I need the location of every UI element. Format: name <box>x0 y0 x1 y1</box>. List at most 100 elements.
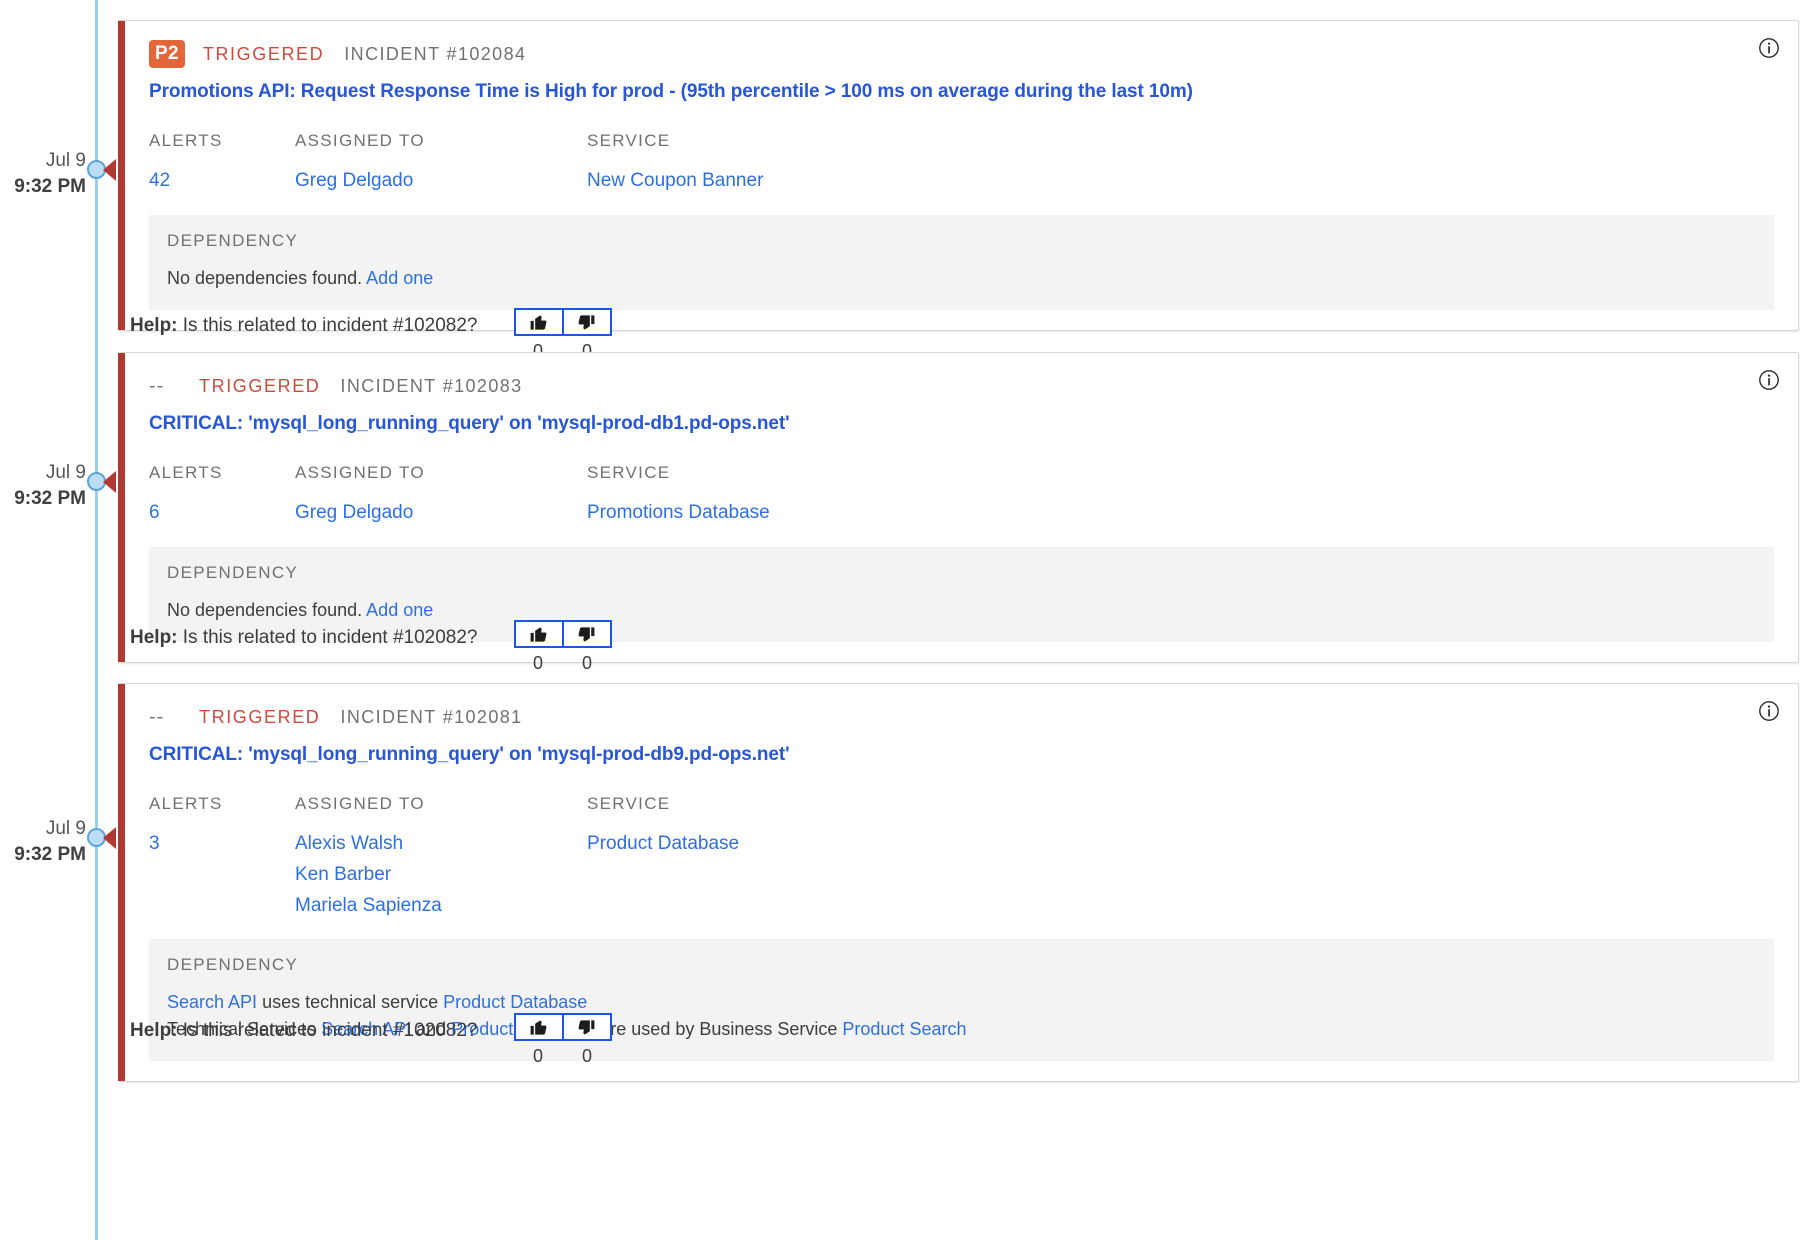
vote-group: 0 0 <box>513 620 612 674</box>
assigned-to-column: ASSIGNED TO Greg Delgado <box>295 131 587 193</box>
meta-link[interactable]: Promotions Database <box>587 502 1774 525</box>
incident-severity-bar <box>118 684 125 1082</box>
incident-title[interactable]: Promotions API: Request Response Time is… <box>149 81 1774 103</box>
help-question: Help: Is this related to incident #10208… <box>130 308 478 337</box>
timeline-marker-arrow <box>103 471 116 493</box>
assignee-list: Greg Delgado <box>295 502 587 525</box>
meta-link[interactable]: Greg Delgado <box>295 170 587 193</box>
info-circle-icon[interactable] <box>1758 37 1780 59</box>
dependency-service-link[interactable]: Search API <box>167 992 257 1012</box>
meta-link[interactable]: Product Database <box>587 833 1774 856</box>
dependency-text: uses technical service <box>257 992 444 1013</box>
meta-link[interactable]: New Coupon Banner <box>587 170 1774 193</box>
thumbs-down-button[interactable] <box>562 1013 612 1041</box>
alerts-count-link[interactable]: 42 <box>149 170 295 193</box>
timestamp-time: 9:32 PM <box>14 843 86 865</box>
incident-meta-row: ALERTS 42 ASSIGNED TO Greg Delgado SERVI… <box>149 131 1774 193</box>
help-question-text: Is this related to incident #102082? <box>182 315 478 336</box>
alerts-label: ALERTS <box>149 463 223 482</box>
timeline-timestamp: Jul 9 9:32 PM <box>0 460 86 511</box>
assigned-to-label: ASSIGNED TO <box>295 131 425 150</box>
priority-badge[interactable]: P2 <box>149 40 185 68</box>
timeline-marker-arrow <box>103 827 116 849</box>
info-circle-icon[interactable] <box>1758 700 1780 722</box>
thumbs-up-count: 0 <box>532 1046 543 1066</box>
service-label: SERVICE <box>587 131 671 150</box>
thumbs-up-count: 0 <box>532 653 543 673</box>
dependency-empty-text: No dependencies found. <box>167 267 367 288</box>
incident-number: INCIDENT #102081 <box>340 706 523 727</box>
incident-title[interactable]: CRITICAL: 'mysql_long_running_query' on … <box>149 744 1774 766</box>
thumbs-up-button[interactable] <box>513 620 563 648</box>
thumbs-down-icon <box>578 1019 595 1034</box>
assigned-to-column: ASSIGNED TO Greg Delgado <box>295 463 587 525</box>
timestamp-time: 9:32 PM <box>14 175 86 197</box>
meta-link[interactable]: Mariela Sapienza <box>295 895 587 918</box>
vote-up-cell: 0 <box>513 620 563 674</box>
incident-card[interactable]: P2 TRIGGERED INCIDENT #102084 Promotions… <box>118 20 1799 331</box>
alerts-count-link[interactable]: 6 <box>149 502 295 525</box>
vote-down-cell: 0 <box>562 620 612 674</box>
dependency-service-link[interactable]: Product Database <box>443 992 587 1012</box>
dependency-text: are used by Business Service <box>595 1019 843 1040</box>
status-badge: TRIGGERED <box>199 375 321 396</box>
timestamp-date: Jul 9 <box>45 462 86 483</box>
vote-down-cell: 0 <box>562 1013 612 1067</box>
alerts-count-link[interactable]: 3 <box>149 833 295 856</box>
thumbs-up-icon <box>530 1020 547 1035</box>
service-list: Product Database <box>587 833 1774 856</box>
thumbs-down-button[interactable] <box>562 620 612 648</box>
timeline-marker-arrow <box>103 159 116 181</box>
thumbs-up-button[interactable] <box>513 1013 563 1041</box>
thumbs-down-count: 0 <box>581 1046 592 1066</box>
add-dependency-link[interactable]: Add one <box>366 268 433 288</box>
dependency-label: DEPENDENCY <box>167 955 299 975</box>
service-column: SERVICE Promotions Database <box>587 463 1774 525</box>
alerts-column: ALERTS 42 <box>149 131 295 193</box>
help-prefix: Help: <box>130 627 178 648</box>
vote-up-cell: 0 <box>513 1013 563 1067</box>
help-question-text: Is this related to incident #102082? <box>182 1020 478 1041</box>
incident-card[interactable]: -- TRIGGERED INCIDENT #102083 CRITICAL: … <box>118 352 1799 663</box>
incident-number: INCIDENT #102084 <box>344 43 527 64</box>
meta-link[interactable]: Greg Delgado <box>295 502 587 525</box>
incident-card-header: -- TRIGGERED INCIDENT #102083 <box>149 371 1774 401</box>
help-feedback-row: Help: Is this related to incident #10208… <box>130 1013 612 1067</box>
help-prefix: Help: <box>130 1020 178 1041</box>
timestamp-date: Jul 9 <box>45 150 86 171</box>
assignee-list: Alexis Walsh Ken Barber Mariela Sapienza <box>295 833 587 917</box>
timestamp-date: Jul 9 <box>45 818 86 839</box>
alerts-column: ALERTS 6 <box>149 463 295 525</box>
priority-badge[interactable]: -- <box>149 706 181 729</box>
incident-severity-bar <box>118 353 125 662</box>
meta-link[interactable]: Ken Barber <box>295 864 587 887</box>
meta-link[interactable]: Alexis Walsh <box>295 833 587 856</box>
incident-number: INCIDENT #102083 <box>340 375 523 396</box>
incident-title[interactable]: CRITICAL: 'mysql_long_running_query' on … <box>149 413 1774 435</box>
info-circle-icon[interactable] <box>1758 369 1780 391</box>
alerts-label: ALERTS <box>149 131 223 150</box>
incident-card-header: -- TRIGGERED INCIDENT #102081 <box>149 702 1774 732</box>
dependency-label: DEPENDENCY <box>167 562 299 582</box>
assignee-list: Greg Delgado <box>295 170 587 193</box>
thumbs-down-icon <box>578 314 595 329</box>
incident-timeline-page: Jul 9 9:32 PM P2 TRIGGERED INCIDENT #102… <box>0 0 1816 1240</box>
incident-card-header: P2 TRIGGERED INCIDENT #102084 <box>149 39 1774 69</box>
thumbs-down-button[interactable] <box>562 308 612 336</box>
help-question: Help: Is this related to incident #10208… <box>130 1013 478 1042</box>
assigned-to-label: ASSIGNED TO <box>295 463 425 482</box>
incident-meta-row: ALERTS 6 ASSIGNED TO Greg Delgado SERVIC… <box>149 463 1774 525</box>
timeline-rail <box>95 0 98 1240</box>
dependency-service-link[interactable]: Product Search <box>842 1019 966 1039</box>
help-question-text: Is this related to incident #102082? <box>182 627 478 648</box>
thumbs-up-button[interactable] <box>513 308 563 336</box>
thumbs-down-count: 0 <box>581 653 592 673</box>
add-dependency-link[interactable]: Add one <box>366 600 433 620</box>
service-column: SERVICE Product Database <box>587 794 1774 917</box>
timeline-timestamp: Jul 9 9:32 PM <box>0 816 86 867</box>
priority-badge[interactable]: -- <box>149 375 181 398</box>
service-label: SERVICE <box>587 463 671 482</box>
help-question: Help: Is this related to incident #10208… <box>130 620 478 649</box>
help-feedback-row: Help: Is this related to incident #10208… <box>130 620 612 674</box>
timeline-timestamp: Jul 9 9:32 PM <box>0 148 86 199</box>
